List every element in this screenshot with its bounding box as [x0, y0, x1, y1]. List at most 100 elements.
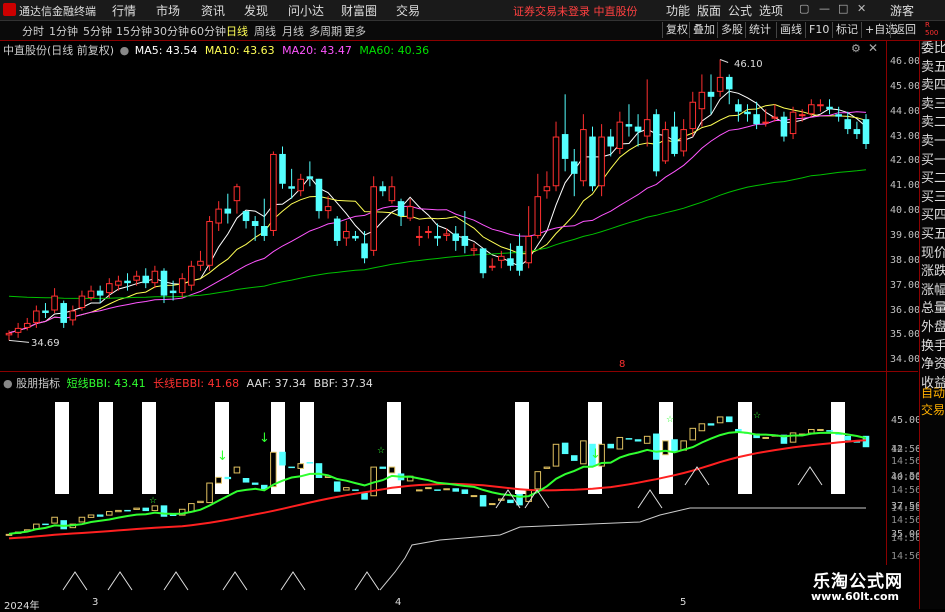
candle-body: [561, 134, 569, 159]
window-close-icon[interactable]: ✕: [857, 2, 866, 15]
time-axis: 2024年 3 4 5: [0, 597, 918, 612]
candle-body: [279, 153, 286, 184]
triangle-marker: [280, 571, 306, 591]
settings-dot-icon[interactable]: ●: [120, 44, 130, 57]
trade-button[interactable]: 交易: [921, 402, 945, 418]
candle-body: [808, 104, 815, 115]
x-label-year: 2024年: [4, 601, 40, 612]
period-60min[interactable]: 60分钟: [190, 23, 226, 39]
ma20-line: [8, 111, 867, 334]
period-30min[interactable]: 30分钟: [153, 23, 189, 39]
indicator-candle: [570, 455, 578, 461]
triangle-marker: [222, 571, 248, 591]
menu-item-news[interactable]: 资讯: [201, 2, 225, 19]
indicator-candle: [744, 432, 751, 434]
event-marker[interactable]: 8: [619, 359, 625, 370]
indicator-candle: [133, 507, 140, 510]
period-5min[interactable]: 5分钟: [83, 23, 112, 39]
candle-body: [233, 186, 241, 202]
mark-button[interactable]: 标记: [832, 22, 858, 38]
low-arrow: [8, 339, 30, 343]
gear-icon[interactable]: ⚙: [851, 42, 861, 55]
candle-body: [598, 136, 605, 187]
ma10-label: MA10: 43.63: [204, 44, 275, 57]
candle-body: [288, 186, 295, 189]
star-icon: ☆: [377, 446, 385, 456]
indicator-candle: [60, 520, 67, 530]
indicator-candle: [853, 440, 861, 443]
menu-item-options[interactable]: 选项: [759, 2, 783, 19]
menu-item-layout[interactable]: 版面: [697, 2, 721, 19]
candle-body: [835, 114, 842, 117]
indicator-candle: [206, 482, 213, 504]
menu-item-discover[interactable]: 发现: [244, 2, 268, 19]
indicator-candle: [78, 516, 86, 523]
indicator-name[interactable]: 股朋指标: [16, 377, 60, 390]
indicator-time-label: 14:56: [891, 485, 922, 496]
period-1min[interactable]: 1分钟: [49, 23, 78, 39]
star-icon: ☆: [149, 496, 157, 506]
triangle-marker: [524, 489, 550, 509]
indicator-candle: [106, 511, 113, 516]
period-daily[interactable]: 日线: [226, 23, 248, 39]
indicator-candle: [516, 493, 523, 506]
period-weekly[interactable]: 周线: [254, 23, 276, 39]
main-chart-legend: 中直股份(日线 前复权) ● MA5: 43.54 MA10: 43.63 MA…: [3, 42, 429, 58]
window-maximize-icon[interactable]: □: [838, 2, 848, 15]
indicator-candle: [844, 435, 852, 441]
candle-body: [589, 136, 596, 187]
indicator-candle: [215, 476, 222, 484]
menu-item-market[interactable]: 行情: [112, 2, 136, 19]
period-15min[interactable]: 15分钟: [116, 23, 152, 39]
f10-button[interactable]: F10: [805, 22, 829, 38]
low-price-annotation: 34.69: [31, 338, 60, 349]
multi-stock-button[interactable]: 多股: [717, 22, 743, 38]
candlestick-chart[interactable]: ↓ ↓ ↓ ☆ ☆ ☆ ☆: [0, 0, 945, 609]
period-multi[interactable]: 多周期: [309, 23, 342, 39]
menu-item-assistant[interactable]: 问小达: [288, 2, 324, 19]
draw-line-button[interactable]: 画线: [776, 22, 802, 38]
indicator-candle: [279, 451, 286, 466]
candle-body: [379, 186, 387, 192]
period-monthly[interactable]: 月线: [282, 23, 304, 39]
candle-body: [853, 129, 861, 135]
candle-body: [251, 221, 259, 227]
triangle-marker: [107, 571, 133, 591]
price-tick-label: 40.00: [890, 205, 921, 217]
settings-dot-icon[interactable]: ●: [3, 377, 13, 390]
stock-name-label[interactable]: 中直股份(日线 前复权): [3, 44, 114, 57]
indicator-candle: [288, 466, 295, 469]
signal-bar: [215, 402, 229, 494]
menu-item-trade[interactable]: 交易: [396, 2, 420, 19]
period-intraday[interactable]: 分时: [22, 23, 44, 39]
window-minimize-icon[interactable]: —: [819, 2, 830, 15]
indicator-candle: [753, 433, 760, 439]
adjust-button[interactable]: 复权: [662, 22, 688, 38]
indicator-time-label: 14:56: [891, 551, 922, 562]
auto-button[interactable]: 自动: [921, 385, 945, 401]
menu-item-formula[interactable]: 公式: [728, 2, 752, 19]
candle-body: [133, 275, 140, 281]
back-button[interactable]: 返回: [890, 22, 916, 38]
ma5-label: MA5: 43.54: [134, 44, 198, 57]
indicator-candle: [142, 507, 150, 512]
candle-body: [361, 243, 368, 259]
candle-body: [206, 221, 213, 266]
close-icon[interactable]: ✕: [868, 41, 878, 55]
statistics-button[interactable]: 统计: [745, 22, 771, 38]
overlay-button[interactable]: 叠加: [689, 22, 715, 38]
guest-label[interactable]: 游客: [890, 2, 914, 19]
indicator-candle: [406, 475, 414, 482]
ma10-line: [8, 103, 867, 334]
login-warning: 证券交易未登录 中直股份: [513, 5, 638, 18]
period-more[interactable]: 更多: [344, 23, 366, 39]
window-restore-icon[interactable]: ▢: [799, 2, 809, 15]
watermark-url: www.60lt.com: [811, 590, 900, 603]
candle-body: [507, 258, 514, 266]
menu-item-wealth[interactable]: 财富圈: [341, 2, 377, 19]
menu-item-functions[interactable]: 功能: [666, 2, 690, 19]
indicator-candle: [598, 443, 605, 467]
candle-body: [160, 270, 168, 296]
menu-item-markets[interactable]: 市场: [156, 2, 180, 19]
candle-body: [23, 322, 31, 328]
